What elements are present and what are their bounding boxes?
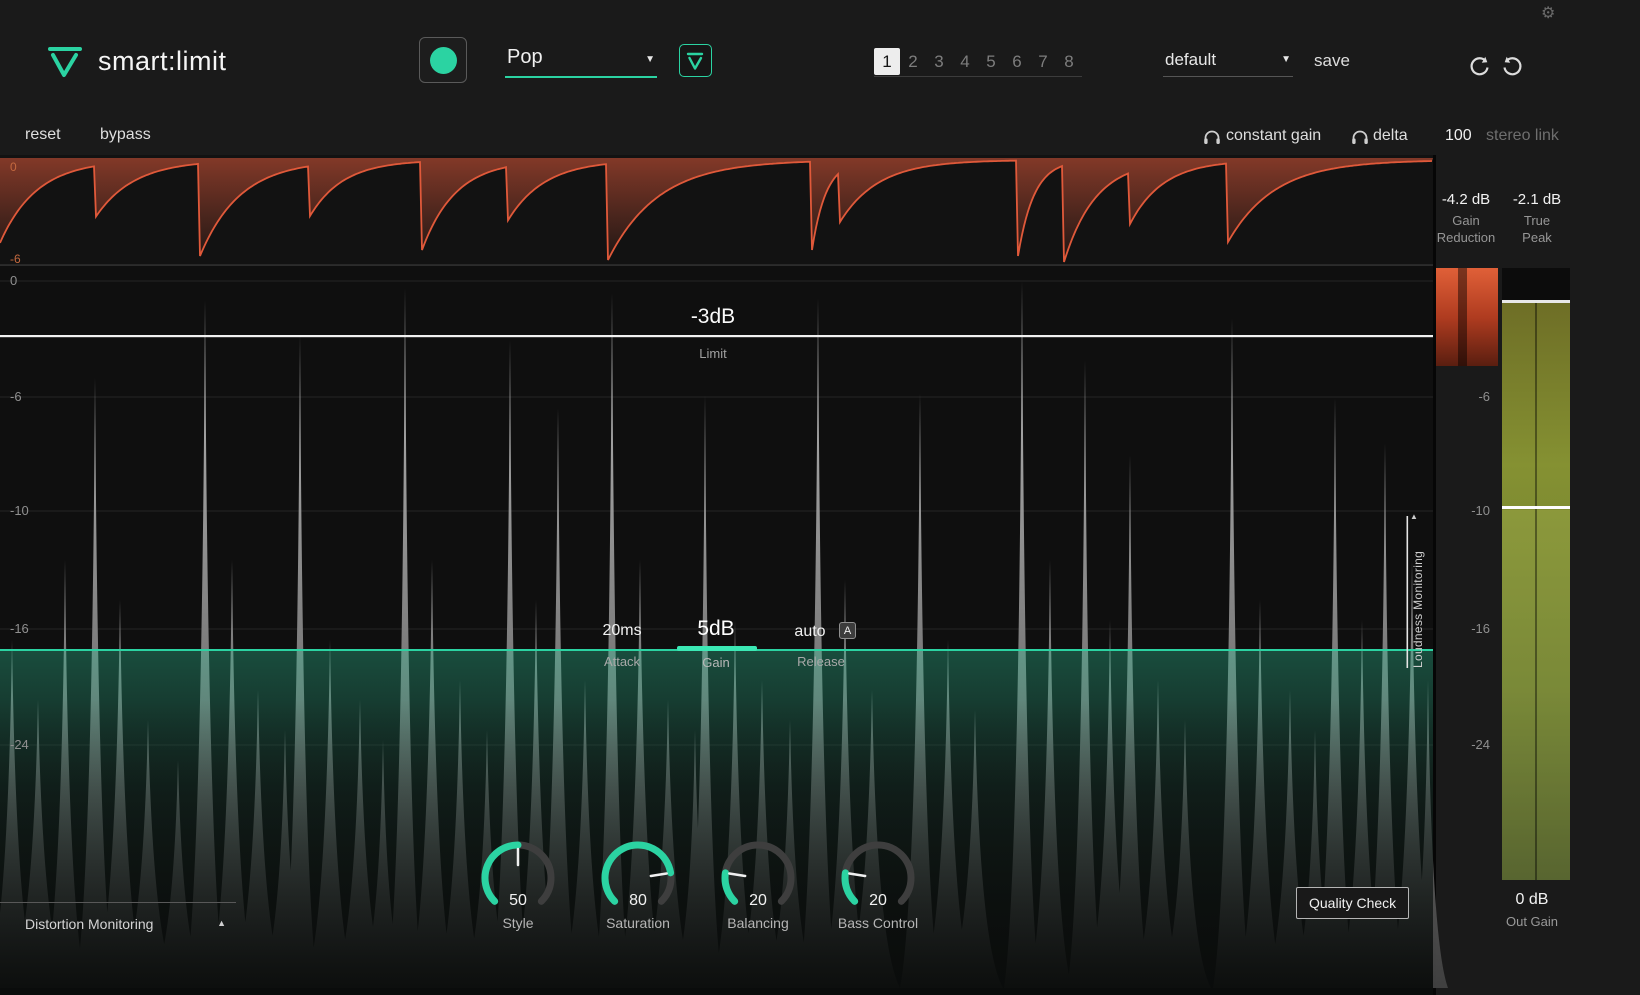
limit-label: Limit [699, 346, 727, 361]
out-gain-value[interactable]: 0 dB [1500, 891, 1564, 909]
main-scale-minus16: -16 [10, 621, 29, 636]
out-gain-label: Out Gain [1505, 914, 1559, 929]
state-button-7[interactable]: 7 [1030, 48, 1056, 75]
state-button-1[interactable]: 1 [874, 48, 900, 75]
style-knob-label: Style [502, 915, 534, 931]
expand-triangle-icon: ▲ [217, 918, 226, 928]
right-scale-minus6: -6 [1478, 389, 1490, 404]
gain-reduction-value: -4.2 dB [1441, 191, 1491, 208]
attack-value[interactable]: 20ms [572, 622, 672, 640]
sonible-mark-icon [686, 52, 704, 70]
learning-record-button[interactable] [419, 37, 467, 83]
gain-value[interactable]: 5dB [666, 617, 766, 641]
release-auto-badge[interactable]: A [839, 622, 856, 639]
headphones-icon [1204, 130, 1220, 144]
profile-preset-dropdown[interactable]: Pop ▼ [505, 42, 657, 78]
release-value[interactable]: auto [782, 623, 838, 641]
settings-preset-dropdown[interactable]: default ▼ [1163, 46, 1293, 77]
bass-control-knob-value: 20 [869, 892, 887, 909]
main-scale-minus24: -24 [10, 737, 29, 752]
gain-label: Gain [702, 655, 730, 670]
app-title: smart:limit [98, 46, 227, 76]
true-peak-value: -2.1 dB [1512, 191, 1562, 208]
undo-icon[interactable] [1467, 53, 1493, 79]
app-root: smart:limit Pop ▼ 1 2 3 4 5 6 7 8 defaul… [0, 0, 1640, 995]
bass-control-knob-label: Bass Control [837, 915, 919, 931]
gr-scale-0: 0 [10, 160, 17, 174]
saturation-knob-value: 80 [629, 892, 647, 909]
true-peak-label: True Peak [1522, 213, 1552, 245]
state-button-4[interactable]: 4 [952, 48, 978, 75]
state-selector: 1 2 3 4 5 6 7 8 [874, 48, 1082, 77]
stereo-link-label: stereo link [1486, 127, 1559, 144]
gr-scale-minus6: -6 [10, 252, 21, 266]
preset-value: Pop [507, 46, 543, 68]
gear-icon[interactable]: ⚙ [1541, 3, 1555, 23]
settings-preset-value: default [1165, 50, 1217, 69]
release-label: Release [797, 654, 845, 669]
state-button-5[interactable]: 5 [978, 48, 1004, 75]
output-meter-channel-split [1535, 303, 1537, 950]
limit-line[interactable] [0, 335, 1433, 338]
limit-value[interactable]: -3dB [613, 305, 813, 329]
right-scale-minus10: -10 [1471, 503, 1490, 518]
gain-reduction-label-2: Reduction [1436, 230, 1496, 245]
quality-check-button[interactable]: Quality Check [1296, 887, 1410, 919]
gain-reduction-label-1: Gain [1452, 213, 1480, 228]
distortion-monitoring-panel[interactable]: Distortion Monitoring ▲ [0, 902, 236, 995]
stereo-link-value[interactable]: 100 [1445, 127, 1472, 145]
balancing-knob-label: Balancing [727, 915, 789, 931]
save-button[interactable]: save [1314, 51, 1350, 71]
style-knob-value: 50 [509, 892, 527, 909]
sonible-profile-button[interactable] [679, 44, 712, 77]
loudness-tab-line [1406, 516, 1409, 668]
bypass-button[interactable]: bypass [100, 126, 151, 144]
redo-icon[interactable] [1499, 53, 1525, 79]
sonible-logo-icon [48, 47, 82, 77]
main-scale-minus6: -6 [10, 389, 22, 404]
constant-gain-toggle[interactable]: constant gain [1226, 127, 1321, 145]
saturation-knob[interactable]: 80 Saturation [578, 836, 698, 936]
loudness-monitoring-tab[interactable]: Loudness Monitoring [1411, 524, 1425, 668]
main-scale-0: 0 [10, 273, 18, 288]
state-button-3[interactable]: 3 [926, 48, 952, 75]
right-scale-minus16: -16 [1471, 621, 1490, 636]
main-scale-minus10: -10 [10, 503, 29, 518]
expand-triangle-icon: ▲ [1410, 512, 1418, 521]
distortion-monitoring-label: Distortion Monitoring [25, 916, 154, 932]
output-target-marker[interactable] [1502, 506, 1570, 509]
balancing-knob-value: 20 [749, 892, 767, 909]
gain-reduction-meter-shadow [1458, 268, 1467, 366]
state-button-2[interactable]: 2 [900, 48, 926, 75]
reset-button[interactable]: reset [25, 126, 61, 144]
balancing-knob[interactable]: 20 Balancing [698, 836, 818, 936]
headphones-icon [1352, 130, 1368, 144]
bass-control-knob[interactable]: 20 Bass Control [818, 836, 938, 936]
style-knob[interactable]: 50 Style [458, 836, 578, 936]
gain-line-handle[interactable] [677, 646, 757, 651]
state-button-6[interactable]: 6 [1004, 48, 1030, 75]
output-peak-marker [1502, 300, 1570, 303]
right-scale-minus24: -24 [1471, 737, 1490, 752]
state-button-8[interactable]: 8 [1056, 48, 1082, 75]
record-circle-icon [430, 47, 457, 74]
delta-toggle[interactable]: delta [1373, 127, 1408, 145]
chevron-down-icon: ▼ [1281, 54, 1291, 65]
saturation-knob-label: Saturation [606, 915, 670, 931]
chevron-down-icon: ▼ [645, 54, 655, 65]
attack-label: Attack [603, 654, 641, 669]
